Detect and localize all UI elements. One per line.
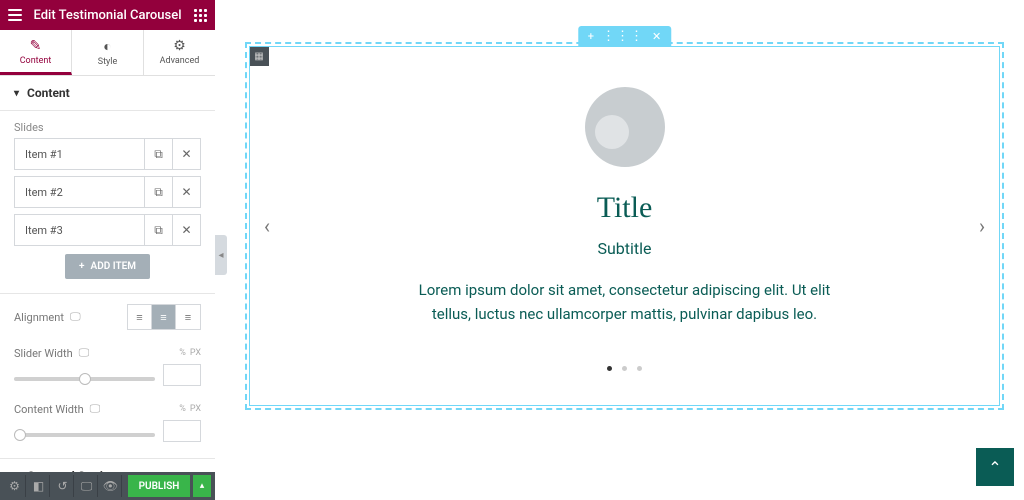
navigator-icon[interactable]: ◧ [28, 475, 50, 497]
carousel-prev-button[interactable]: ‹ [264, 214, 270, 238]
plus-icon: + [79, 261, 85, 272]
close-icon[interactable]: ✕ [172, 139, 200, 169]
duplicate-icon[interactable]: ⧉ [144, 139, 172, 169]
content-width-input[interactable] [163, 420, 201, 442]
close-icon[interactable]: ✕ [652, 30, 661, 43]
panel-title: Edit Testimonial Carousel [30, 8, 185, 23]
content-width-range[interactable] [14, 433, 155, 437]
caret-down-icon: ▾ [14, 88, 19, 99]
duplicate-icon[interactable]: ⧉ [144, 215, 172, 245]
slides-label: Slides [0, 111, 215, 138]
testimonial-subtitle: Subtitle [270, 239, 979, 258]
slide-item[interactable]: Item #2 ⧉ ✕ [14, 176, 201, 208]
testimonial-text: Lorem ipsum dolor sit amet, consectetur … [415, 278, 835, 326]
close-icon[interactable]: ✕ [172, 215, 200, 245]
slide-item-label: Item #2 [15, 178, 144, 207]
desktop-icon[interactable]: 🖵 [79, 346, 90, 360]
responsive-icon[interactable]: 🖵 [76, 475, 98, 497]
carousel-next-button[interactable]: › [979, 214, 985, 238]
preview-icon[interactable]: 👁 [100, 475, 122, 497]
testimonial-widget[interactable]: ‹ › Title Subtitle Lorem ipsum dolor sit… [249, 46, 1000, 406]
widgets-panel-button[interactable] [185, 9, 215, 22]
history-icon[interactable]: ↺ [52, 475, 74, 497]
close-icon[interactable]: ✕ [172, 177, 200, 207]
align-right-button[interactable]: ≡ [176, 305, 200, 329]
apps-icon [194, 9, 207, 22]
section-content-toggle[interactable]: ▾ Content [0, 76, 215, 111]
add-item-label: ADD ITEM [91, 261, 136, 272]
section-handle[interactable]: + ⋮⋮⋮ ✕ [578, 26, 671, 47]
add-item-button[interactable]: + ADD ITEM [65, 254, 150, 279]
slide-item-label: Item #1 [15, 140, 144, 169]
carousel-pagination [270, 356, 979, 375]
hamburger-icon [8, 9, 22, 21]
settings-icon[interactable]: ⚙ [4, 475, 26, 497]
slide-item-label: Item #3 [15, 216, 144, 245]
section-container[interactable]: ▦ ‹ › Title Subtitle Lorem ipsum dolor s… [245, 42, 1004, 410]
testimonial-title: Title [270, 191, 979, 225]
pagination-dot[interactable] [607, 366, 612, 371]
link-icon[interactable]: % [179, 348, 186, 358]
unit-label[interactable]: PX [190, 348, 201, 358]
tab-style[interactable]: ◐ Style [72, 30, 144, 75]
slider-width-range[interactable] [14, 377, 155, 381]
slide-item[interactable]: Item #1 ⧉ ✕ [14, 138, 201, 170]
scroll-to-top-button[interactable]: ⌃ [976, 448, 1014, 486]
desktop-icon[interactable]: 🖵 [70, 310, 81, 324]
add-section-icon[interactable]: + [588, 30, 594, 43]
avatar-placeholder [585, 87, 665, 167]
gear-icon: ⚙ [144, 38, 215, 54]
drag-handle-icon[interactable]: ⋮⋮⋮ [602, 29, 644, 44]
tab-advanced-label: Advanced [144, 56, 215, 66]
unit-label[interactable]: PX [190, 404, 201, 414]
duplicate-icon[interactable]: ⧉ [144, 177, 172, 207]
publish-options-button[interactable]: ▴ [193, 475, 211, 497]
align-center-button[interactable]: ≡ [152, 305, 176, 329]
slider-width-input[interactable] [163, 364, 201, 386]
align-left-button[interactable]: ≡ [128, 305, 152, 329]
tab-content-label: Content [0, 56, 71, 66]
tab-advanced[interactable]: ⚙ Advanced [144, 30, 215, 75]
alignment-label: Alignment [14, 311, 64, 324]
menu-toggle[interactable] [0, 9, 30, 21]
pagination-dot[interactable] [637, 366, 642, 371]
tab-style-label: Style [72, 57, 143, 67]
section-content-label: Content [27, 86, 70, 100]
slider-width-label: Slider Width [14, 347, 73, 360]
tab-content[interactable]: ✎ Content [0, 30, 72, 75]
pencil-icon: ✎ [0, 38, 71, 54]
slide-item[interactable]: Item #3 ⧉ ✕ [14, 214, 201, 246]
publish-button[interactable]: PUBLISH [128, 475, 190, 497]
content-width-label: Content Width [14, 403, 84, 416]
pagination-dot[interactable] [622, 366, 627, 371]
link-icon[interactable]: % [179, 404, 186, 414]
desktop-icon[interactable]: 🖵 [90, 402, 101, 416]
contrast-icon: ◐ [72, 38, 143, 55]
